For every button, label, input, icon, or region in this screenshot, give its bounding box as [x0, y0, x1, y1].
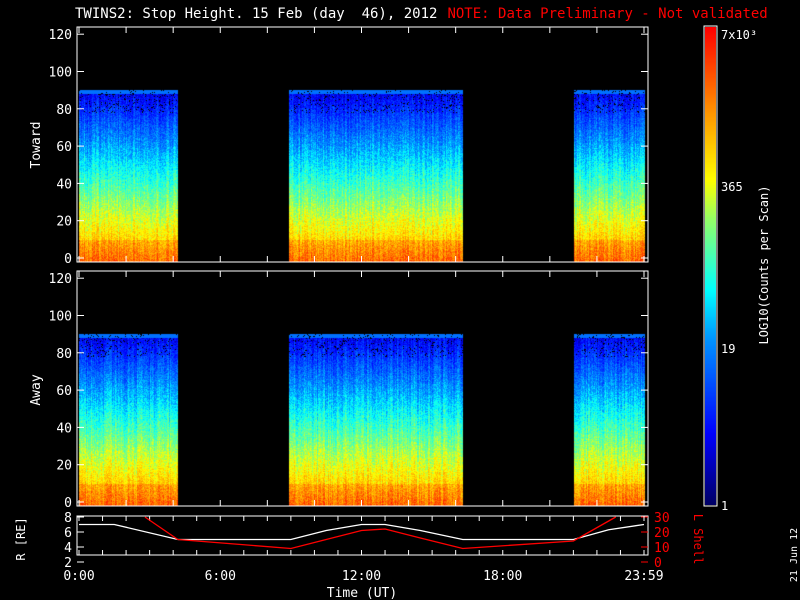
colorbar-tick-label: 7x10³ [721, 28, 757, 42]
r-axis-label: R [RE] [14, 517, 28, 560]
y-tick-label: 20 [56, 215, 72, 230]
y-tick-label: 100 [49, 65, 72, 80]
date-stamp: 21 Jun 12 [789, 528, 800, 582]
colorbar-label: LOG10(Counts per Scan) [757, 186, 771, 345]
y-tick-label: 40 [56, 421, 72, 436]
y-tick-label: 60 [56, 140, 72, 155]
y-tick-label: 40 [56, 177, 72, 192]
lshell-tick-label: 10 [654, 541, 670, 556]
x-tick-label: 0:00 [63, 569, 94, 584]
lshell-tick-label: 20 [654, 526, 670, 541]
y-tick-label: 100 [49, 309, 72, 324]
toward-label: Toward [29, 122, 44, 169]
y-tick-label: 120 [49, 272, 72, 287]
x-tick-label: 23:59 [624, 569, 663, 584]
r-tick-label: 4 [64, 541, 72, 556]
colorbar-tick-label: 1 [721, 499, 728, 513]
plot-axes: 1 19 365 7x10³ 0 20 40 60 80 100 120 0 20 40 60 80 100 12… [14, 25, 800, 600]
panel-frame [76, 270, 649, 507]
lshell-line [144, 516, 617, 550]
lshell-tick-label: 30 [654, 511, 670, 526]
colorbar-frame [703, 25, 718, 507]
y-tick-label: 0 [64, 496, 72, 511]
x-tick-label: 12:00 [342, 569, 381, 584]
y-tick-label: 120 [49, 28, 72, 43]
r-distance-line [79, 523, 645, 541]
lshell-axis-label: L Shell [691, 514, 705, 565]
y-tick-label: 20 [56, 459, 72, 474]
r-tick-label: 6 [64, 526, 72, 541]
panel-frame [76, 26, 649, 263]
y-tick-label: 80 [56, 103, 72, 118]
y-tick-label: 60 [56, 384, 72, 399]
x-tick-label: 6:00 [205, 569, 236, 584]
r-tick-label: 8 [64, 511, 72, 526]
away-label: Away [29, 374, 44, 405]
y-tick-label: 0 [64, 252, 72, 267]
colorbar-tick-label: 19 [721, 342, 735, 356]
x-axis-label: Time (UT) [327, 586, 397, 600]
y-tick-label: 80 [56, 347, 72, 362]
x-tick-label: 18:00 [483, 569, 522, 584]
colorbar-tick-label: 365 [721, 180, 743, 194]
